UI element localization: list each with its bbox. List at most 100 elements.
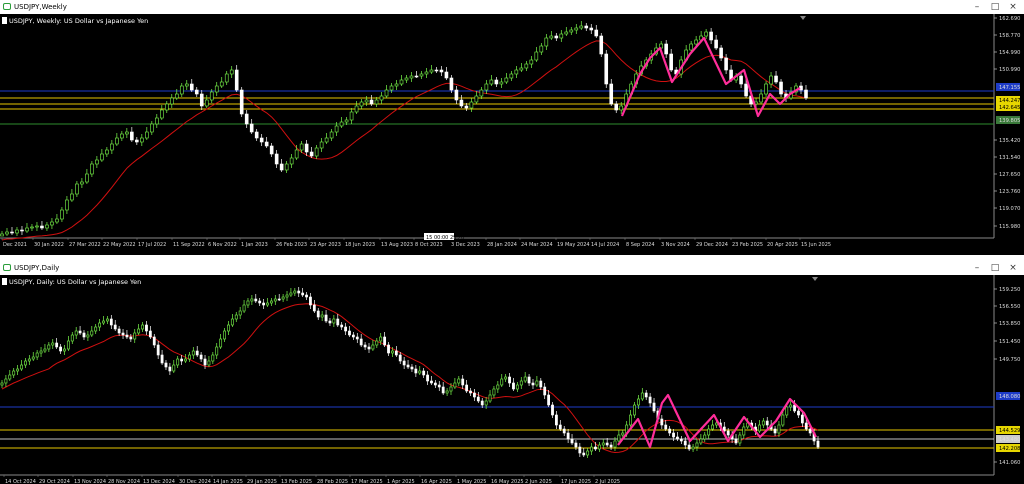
candle — [476, 396, 480, 402]
chart-window-icon — [3, 3, 11, 10]
close-button[interactable]: × — [1004, 261, 1022, 275]
candle — [714, 39, 718, 49]
candle — [793, 404, 796, 412]
daily-titlebar[interactable]: USDJPY,Daily – □ × — [0, 261, 1024, 276]
candle — [547, 394, 551, 406]
candle — [637, 398, 640, 406]
weekly-chart-window[interactable]: USDJPY,Weekly – □ × USDJPY, Weekly: US D… — [0, 0, 1024, 255]
candle — [601, 442, 605, 446]
candle — [539, 380, 543, 388]
candle — [129, 336, 133, 340]
candle — [273, 298, 277, 302]
date-tick-label: 17 Mar 2025 — [351, 479, 383, 484]
weekly-titlebar[interactable]: USDJPY,Weekly – □ × — [0, 0, 1024, 15]
candle — [489, 79, 494, 85]
candle — [800, 414, 804, 424]
candle — [242, 304, 246, 312]
candle — [465, 384, 469, 392]
candle — [676, 436, 679, 440]
candle — [45, 224, 49, 229]
candle — [254, 131, 259, 139]
candle — [115, 137, 119, 145]
price-tick-label: 149.750 — [999, 357, 1020, 363]
daily-chart-window[interactable]: USDJPY,Daily – □ × USDJPY, Daily: US Dol… — [0, 261, 1024, 484]
candle — [726, 430, 730, 436]
candle — [804, 422, 808, 430]
date-tick-label: 3 Nov 2024 — [661, 242, 690, 248]
candle — [707, 428, 711, 436]
candle — [8, 374, 12, 380]
candle — [789, 404, 793, 408]
candle — [660, 418, 664, 426]
date-tick-label: 29 Jan 2025 — [247, 479, 277, 484]
candle — [599, 35, 604, 55]
candle — [594, 29, 599, 37]
candle — [769, 75, 773, 85]
date-tick-label: 8 Oct 2023 — [415, 242, 443, 248]
minimize-button[interactable]: – — [968, 0, 986, 14]
date-tick-label: 1 Apr 2025 — [387, 479, 415, 484]
candle — [644, 392, 648, 398]
candle — [543, 386, 547, 396]
candle — [316, 310, 320, 318]
candle — [469, 390, 472, 394]
candle — [184, 83, 189, 87]
candle — [514, 69, 519, 75]
candle — [738, 434, 742, 444]
candle — [344, 326, 347, 332]
candle — [648, 396, 652, 404]
candle — [704, 31, 708, 37]
candle — [605, 442, 609, 446]
candle — [384, 89, 389, 97]
candle — [734, 438, 738, 444]
date-tick-label: 16 May 2025 — [491, 479, 524, 484]
candle — [449, 386, 453, 392]
candle — [459, 99, 464, 107]
candle — [652, 402, 656, 412]
candle — [51, 342, 55, 346]
price-tick-label: 135.420 — [999, 138, 1020, 144]
candle — [374, 99, 379, 105]
candle — [414, 368, 418, 374]
candle — [434, 69, 439, 72]
candle — [609, 83, 614, 105]
candle — [371, 344, 375, 350]
candle — [141, 324, 144, 330]
candle — [66, 340, 70, 350]
candle — [399, 79, 404, 85]
date-tick-label: 2 Jul 2025 — [595, 479, 620, 484]
candle — [679, 438, 683, 442]
close-button[interactable]: × — [1004, 0, 1022, 14]
candle — [113, 324, 117, 330]
candle — [473, 392, 476, 398]
candle — [410, 366, 414, 370]
price-tick-label: 115.980 — [999, 224, 1020, 230]
candle — [332, 318, 336, 324]
candle — [422, 370, 426, 376]
candle — [16, 368, 20, 372]
candle — [354, 105, 359, 113]
candle — [289, 292, 293, 296]
candle — [579, 25, 584, 29]
date-tick-label: 26 Feb 2023 — [276, 242, 307, 248]
candle — [324, 137, 329, 143]
candle — [269, 145, 274, 155]
candle — [168, 366, 172, 372]
weekly-price-chart[interactable]: USDJPY, Weekly: US Dollar vs Japanese Ye… — [0, 14, 1024, 255]
candle — [479, 89, 484, 97]
candle — [559, 33, 564, 39]
candle — [39, 350, 43, 354]
candle — [394, 350, 398, 356]
candle — [289, 157, 294, 165]
candle — [30, 226, 34, 229]
minimize-button[interactable]: – — [968, 261, 986, 275]
daily-price-chart[interactable]: USDJPY, Daily: US Dollar vs Japanese Yen… — [0, 275, 1024, 484]
candle — [86, 334, 90, 338]
candle — [60, 209, 64, 220]
price-tick-label: 143.480 — [999, 437, 1020, 443]
maximize-button[interactable]: □ — [986, 261, 1004, 275]
candle — [234, 69, 239, 91]
candle — [777, 424, 781, 434]
candle — [617, 434, 621, 442]
maximize-button[interactable]: □ — [986, 0, 1004, 14]
